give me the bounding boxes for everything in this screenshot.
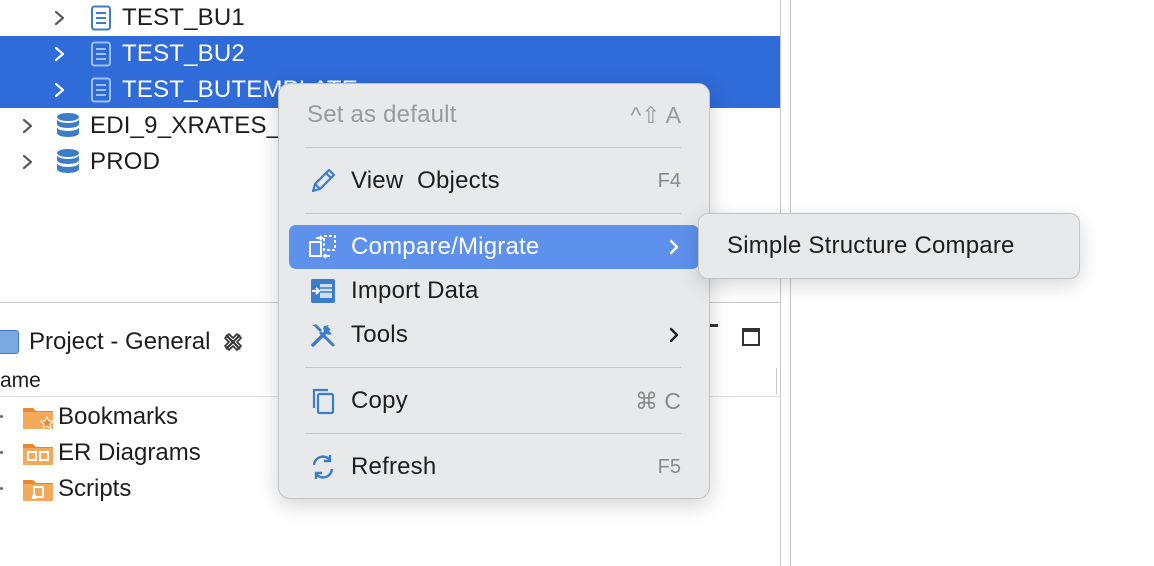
expand-chevron-icon[interactable] xyxy=(16,144,40,180)
tree-dot-icon xyxy=(0,451,3,454)
project-item-bookmarks[interactable]: Bookmarks xyxy=(0,399,300,435)
column-divider xyxy=(776,368,777,394)
tree-dot-icon xyxy=(0,415,3,418)
project-item-label: ER Diagrams xyxy=(58,439,201,466)
menu-item-import-data[interactable]: Import Data xyxy=(289,269,699,313)
menu-item-compare-migrate[interactable]: Compare/Migrate xyxy=(289,225,699,269)
expand-chevron-icon[interactable] xyxy=(48,0,72,36)
tree-dot-icon xyxy=(0,487,3,490)
menu-item-label: Copy xyxy=(351,387,408,414)
shortcut-label: F4 xyxy=(657,169,681,192)
maximize-icon[interactable] xyxy=(742,328,760,346)
menu-separator xyxy=(305,147,681,148)
menu-separator xyxy=(305,213,681,214)
schema-icon xyxy=(88,3,114,33)
menu-item-set-as-default[interactable]: Set as default ^⇧ A xyxy=(289,93,699,137)
column-header-name[interactable]: ame xyxy=(0,366,41,396)
import-icon xyxy=(307,275,339,307)
pane-divider xyxy=(780,0,781,566)
menu-item-view-objects[interactable]: View Objects F4 xyxy=(289,159,699,203)
tree-item-test-bu1[interactable]: TEST_BU1 xyxy=(0,0,780,36)
menu-item-label: Set as default xyxy=(307,101,457,128)
expand-chevron-icon[interactable] xyxy=(48,36,72,72)
menu-item-simple-structure-compare[interactable]: Simple Structure Compare xyxy=(727,232,1015,260)
tree-item-label: TEST_BU2 xyxy=(122,40,245,67)
refresh-icon xyxy=(307,451,339,483)
menu-item-tools[interactable]: Tools xyxy=(289,313,699,357)
scripts-folder-icon xyxy=(22,475,56,512)
menu-item-label: Tools xyxy=(351,321,409,348)
schema-icon xyxy=(88,39,114,69)
pane-divider xyxy=(790,0,791,566)
close-icon[interactable] xyxy=(222,331,244,353)
project-item-scripts[interactable]: Scripts xyxy=(0,471,300,507)
tree-item-label: PROD xyxy=(90,148,161,175)
menu-item-label: Compare/Migrate xyxy=(351,233,540,260)
expand-chevron-icon[interactable] xyxy=(16,108,40,144)
expand-chevron-icon[interactable] xyxy=(48,72,72,108)
context-menu: Set as default ^⇧ A View Objects F4 Comp… xyxy=(278,83,710,499)
tree-item-test-bu2[interactable]: TEST_BU2 xyxy=(0,36,780,72)
submenu-arrow-icon xyxy=(667,237,681,257)
menu-item-copy[interactable]: Copy ⌘ C xyxy=(289,379,699,423)
submenu-arrow-icon xyxy=(667,325,681,345)
tree-item-label: EDI_9_XRATES_ xyxy=(90,112,281,139)
menu-separator xyxy=(305,367,681,368)
shortcut-label: ⌘ C xyxy=(635,387,681,414)
menu-item-label: Refresh xyxy=(351,453,437,480)
shortcut-label: F5 xyxy=(657,455,681,478)
project-icon xyxy=(0,330,19,354)
pencil-icon xyxy=(307,165,339,197)
menu-separator xyxy=(305,433,681,434)
project-item-label: Scripts xyxy=(58,475,132,502)
project-tab[interactable]: Project - General xyxy=(0,326,244,358)
tools-icon xyxy=(307,319,339,351)
compare-icon xyxy=(307,231,339,263)
menu-item-refresh[interactable]: Refresh F5 xyxy=(289,445,699,489)
database-icon xyxy=(55,111,81,141)
copy-icon xyxy=(307,385,339,417)
project-tab-title: Project - General xyxy=(29,328,211,355)
menu-item-label: Import Data xyxy=(351,277,479,304)
tree-item-label: TEST_BU1 xyxy=(122,4,245,31)
schema-icon xyxy=(88,75,114,105)
menu-item-label: View Objects xyxy=(351,167,500,194)
project-item-label: Bookmarks xyxy=(58,403,179,430)
compare-migrate-submenu: Simple Structure Compare xyxy=(698,213,1080,279)
database-icon xyxy=(55,147,81,177)
project-item-er-diagrams[interactable]: ER Diagrams xyxy=(0,435,300,471)
shortcut-label: ^⇧ A xyxy=(630,101,681,128)
